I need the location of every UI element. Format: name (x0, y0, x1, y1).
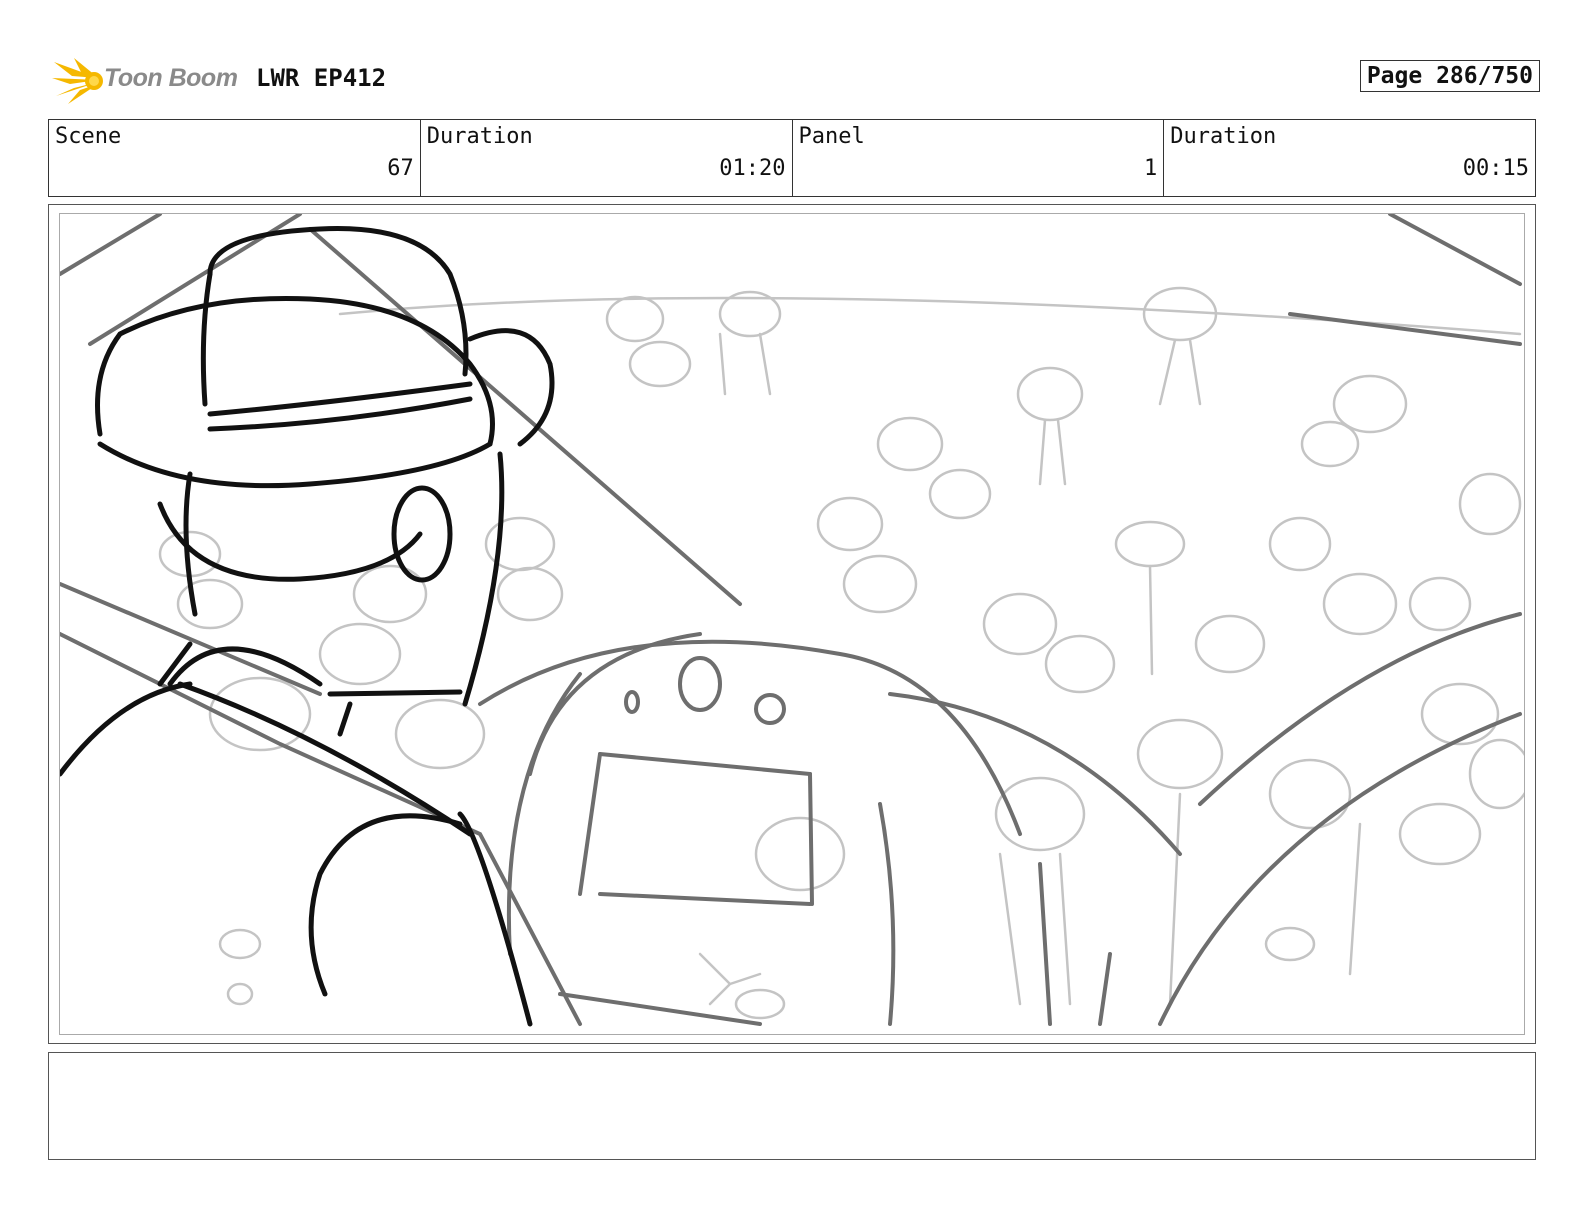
storyboard-sketch (60, 214, 1524, 1027)
logo-wordmark: Toon Boom (104, 64, 238, 92)
page-header: Toon Boom LWR EP412 Page 286/750 (52, 56, 1540, 106)
sunburst-icon (52, 58, 103, 104)
page-number: Page 286/750 (1359, 60, 1540, 92)
scene-info-table: Scene 67 Duration 01:20 Panel 1 Duration… (48, 119, 1536, 197)
car-interior-lines (60, 214, 1522, 1026)
panel-cell: Panel 1 (793, 120, 1165, 196)
scene-label: Scene (55, 124, 122, 149)
panel-notes (48, 1052, 1536, 1160)
panel-duration-value: 00:15 (1462, 156, 1529, 181)
character-sketch (60, 226, 555, 1027)
project-title: LWR EP412 (256, 64, 387, 92)
scene-cell: Scene 67 (49, 120, 421, 196)
storyboard-panel (48, 204, 1536, 1044)
panel-label: Panel (798, 124, 865, 149)
panel-duration-label: Duration (1170, 124, 1277, 149)
panel-duration-cell: Duration 00:15 (1164, 120, 1535, 196)
scene-value: 67 (387, 156, 414, 181)
scene-duration-cell: Duration 01:20 (421, 120, 793, 196)
scene-duration-label: Duration (426, 124, 533, 149)
panel-drawing-area (59, 213, 1525, 1035)
toon-boom-logo: Toon Boom (52, 56, 242, 106)
scene-duration-value: 01:20 (719, 156, 786, 181)
panel-value: 1 (1144, 156, 1158, 181)
